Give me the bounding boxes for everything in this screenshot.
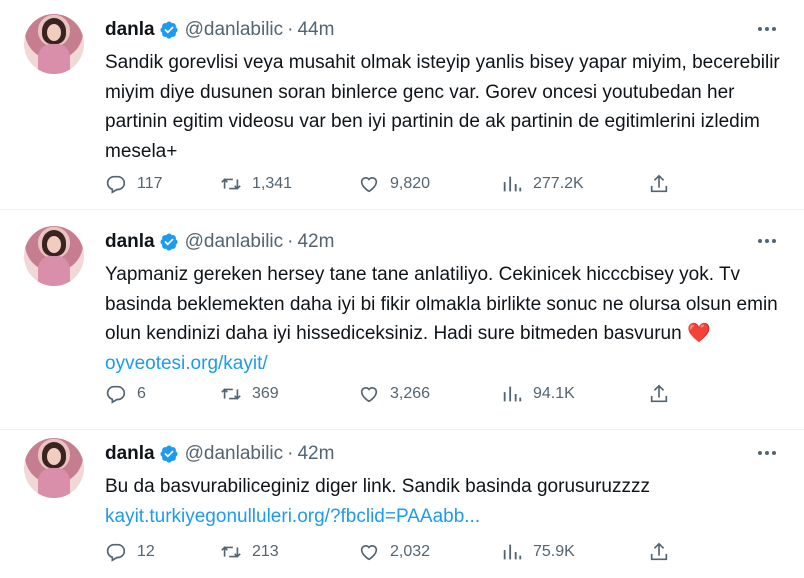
views-count: 277.2K: [533, 175, 584, 192]
timestamp[interactable]: 44m: [297, 19, 334, 41]
like-count: 9,820: [390, 175, 431, 192]
tweet-1[interactable]: danla @danlabilic · 44m Sandik gorevlisi…: [0, 0, 804, 210]
author-handle[interactable]: @danlabilic: [185, 19, 284, 41]
views-count: 75.9K: [533, 543, 575, 560]
verified-badge-icon: [160, 233, 178, 251]
views-button[interactable]: 277.2K: [501, 172, 584, 196]
timestamp[interactable]: 42m: [297, 443, 334, 465]
views-button[interactable]: 75.9K: [501, 540, 575, 564]
reply-count: 6: [137, 385, 146, 402]
reply-icon: [106, 385, 126, 404]
tweet-link[interactable]: kayit.turkiyegonulluleri.org/?fbclid=PAA…: [105, 506, 480, 527]
retweet-icon: [221, 388, 241, 400]
tweet-text: Bu da basvurabiliceginiz diger link. San…: [105, 472, 785, 531]
tweet-header: danla @danlabilic · 44m: [105, 18, 334, 42]
author-name[interactable]: danla: [105, 19, 155, 41]
verified-badge-icon: [160, 445, 178, 463]
reply-count: 117: [137, 175, 163, 192]
views-icon: [503, 176, 522, 192]
more-icon[interactable]: [756, 230, 778, 252]
avatar[interactable]: [24, 14, 84, 74]
verified-badge-icon: [160, 21, 178, 39]
share-icon: [650, 384, 668, 403]
reply-button[interactable]: 117: [105, 172, 163, 196]
retweet-button[interactable]: 213: [220, 540, 279, 564]
views-count: 94.1K: [533, 385, 575, 402]
author-handle[interactable]: @danlabilic: [185, 443, 284, 465]
reply-button[interactable]: 12: [105, 540, 155, 564]
author-name[interactable]: danla: [105, 231, 155, 253]
share-icon: [650, 542, 668, 561]
reply-icon: [106, 543, 126, 562]
retweet-count: 369: [252, 385, 279, 402]
heart-icon: [360, 387, 378, 403]
separator-dot: ·: [287, 231, 294, 252]
like-button[interactable]: 3,266: [358, 382, 430, 406]
like-button[interactable]: 9,820: [358, 172, 430, 196]
tweet-3[interactable]: danla @danlabilic · 42m Bu da basvurabil…: [0, 424, 804, 578]
reply-icon: [106, 175, 126, 194]
tweet-text-body: Bu da basvurabiliceginiz diger link. San…: [105, 476, 650, 497]
heart-icon: [360, 545, 378, 561]
avatar[interactable]: [24, 226, 84, 286]
red-heart-emoji: ❤️: [686, 323, 711, 344]
tweet-header: danla @danlabilic · 42m: [105, 442, 334, 466]
reply-button[interactable]: 6: [105, 382, 146, 406]
author-name[interactable]: danla: [105, 443, 155, 465]
views-icon: [503, 386, 522, 402]
retweet-count: 1,341: [252, 175, 293, 192]
action-bar: 6 369 3,266 94.1K: [105, 382, 675, 406]
separator-dot: ·: [287, 19, 294, 40]
action-bar: 12 213 2,032 75.9K: [105, 540, 675, 564]
tweet-text: Sandik gorevlisi veya musahit olmak iste…: [105, 48, 785, 166]
timestamp[interactable]: 42m: [297, 231, 334, 253]
retweet-icon: [221, 546, 241, 558]
separator-dot: ·: [287, 443, 294, 464]
retweet-count: 213: [252, 543, 279, 560]
heart-icon: [360, 177, 378, 193]
like-count: 2,032: [390, 543, 431, 560]
tweet-text-body: Yapmaniz gereken hersey tane tane anlati…: [105, 264, 778, 344]
author-handle[interactable]: @danlabilic: [185, 231, 284, 253]
tweet-link[interactable]: oyveotesi.org/kayit/: [105, 353, 268, 374]
share-icon: [650, 174, 668, 193]
reply-count: 12: [137, 543, 155, 560]
like-count: 3,266: [390, 385, 431, 402]
views-button[interactable]: 94.1K: [501, 382, 575, 406]
like-button[interactable]: 2,032: [358, 540, 430, 564]
views-icon: [503, 544, 522, 560]
more-icon[interactable]: [756, 18, 778, 40]
share-button[interactable]: [648, 172, 680, 196]
tweet-2[interactable]: danla @danlabilic · 42m Yapmaniz gereken…: [0, 212, 804, 430]
avatar[interactable]: [24, 438, 84, 498]
tweet-text-body: Sandik gorevlisi veya musahit olmak iste…: [105, 52, 780, 162]
retweet-button[interactable]: 1,341: [220, 172, 292, 196]
tweet-header: danla @danlabilic · 42m: [105, 230, 334, 254]
retweet-button[interactable]: 369: [220, 382, 279, 406]
share-button[interactable]: [648, 382, 680, 406]
retweet-icon: [221, 178, 241, 190]
action-bar: 117 1,341 9,820 277.2K: [105, 172, 675, 196]
more-icon[interactable]: [756, 442, 778, 464]
share-button[interactable]: [648, 540, 680, 564]
tweet-text: Yapmaniz gereken hersey tane tane anlati…: [105, 260, 785, 378]
